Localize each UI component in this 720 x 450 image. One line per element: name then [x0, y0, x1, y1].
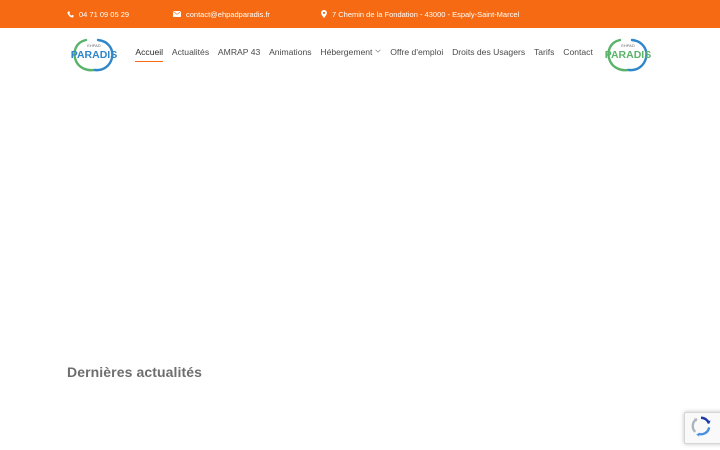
nav-item-hebergement[interactable]: Hébergement: [316, 40, 386, 64]
topbar-email-text: contact@ehpadparadis.fr: [186, 9, 270, 19]
topbar-address-text: 7 Chemin de la Fondation - 43000 - Espal…: [332, 9, 520, 19]
recaptcha-badge[interactable]: [684, 412, 720, 444]
svg-text:EHPAD: EHPAD: [621, 43, 635, 48]
secondary-logo[interactable]: EHPAD PARADIS: [602, 36, 654, 74]
nav-item-tarifs[interactable]: Tarifs: [530, 40, 559, 64]
nav-item-animations[interactable]: Animations: [265, 40, 316, 64]
section-title-latest-news: Dernières actualités: [67, 364, 203, 380]
topbar-email[interactable]: contact@ehpadparadis.fr: [173, 0, 270, 28]
svg-text:PARADIS: PARADIS: [605, 49, 651, 61]
topbar-phone-text: 04 71 09 05 29: [79, 9, 130, 19]
nav-item-offre-emploi[interactable]: Offre d'emploi: [386, 40, 448, 64]
nav-item-amrap-43[interactable]: AMRAP 43: [214, 40, 265, 64]
phone-icon: [67, 10, 74, 18]
map-pin-icon: [321, 10, 327, 18]
nav-item-contact[interactable]: Contact: [559, 40, 597, 64]
svg-text:EHPAD: EHPAD: [87, 43, 101, 48]
chevron-down-icon: [375, 49, 382, 55]
envelope-icon: [173, 11, 181, 17]
main-navigation: Accueil Actualités AMRAP 43 Animations H…: [131, 40, 597, 64]
nav-item-accueil[interactable]: Accueil: [131, 40, 167, 64]
site-logo[interactable]: EHPAD PARADIS: [68, 36, 120, 74]
topbar-phone[interactable]: 04 71 09 05 29: [67, 0, 129, 28]
recaptcha-icon: [690, 415, 712, 442]
top-info-bar: 04 71 09 05 29 contact@ehpadparadis.fr 7…: [0, 0, 720, 28]
nav-item-droits-usagers[interactable]: Droits des Usagers: [448, 40, 530, 64]
nav-item-actualites[interactable]: Actualités: [167, 40, 213, 64]
topbar-address: 7 Chemin de la Fondation - 43000 - Espal…: [321, 0, 519, 28]
hero-banner: [0, 80, 720, 350]
svg-text:PARADIS: PARADIS: [71, 49, 117, 61]
